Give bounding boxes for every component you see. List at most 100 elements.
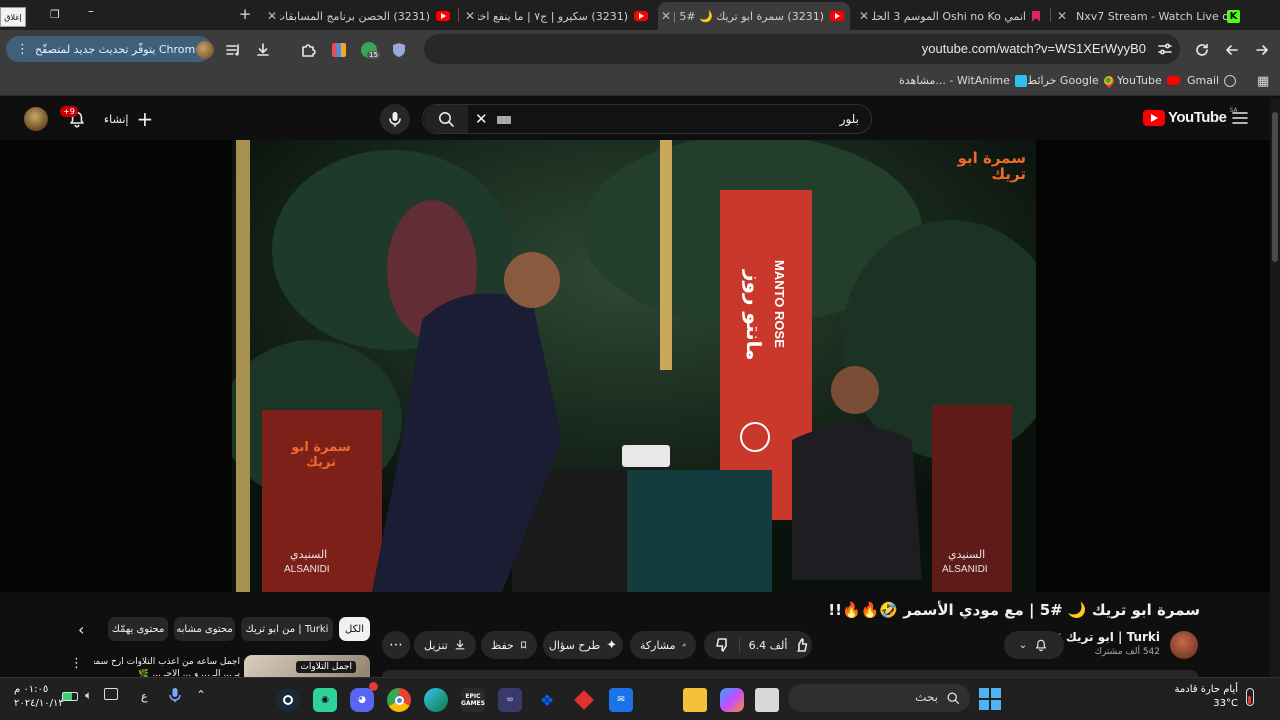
chevron-up-icon[interactable]: ⌃ xyxy=(196,688,206,702)
input-language[interactable]: ع xyxy=(141,690,148,703)
more-vert-icon: ⋮ xyxy=(16,41,29,57)
edge-icon[interactable] xyxy=(424,688,448,712)
youtube-play-icon xyxy=(1143,109,1165,126)
share-icon xyxy=(681,643,686,647)
shield-icon[interactable] xyxy=(388,39,410,61)
sponsor-right-en: ALSANIDI xyxy=(942,564,988,575)
extension-tile-icon[interactable] xyxy=(328,39,350,61)
channel-name[interactable]: Turki | ابو تريك ✔ xyxy=(1054,630,1160,644)
epic-games-icon[interactable]: EPIC GAMES xyxy=(461,688,485,712)
video-frame[interactable]: سمرة ابو تريك مانتو روز MANTO ROSE سمرة … xyxy=(232,140,1036,592)
sparkle-icon: ✦ xyxy=(606,637,618,653)
forward-arrow-icon[interactable] xyxy=(1251,39,1273,61)
up-next-subtitle: بـ ... الـ ... و ... الأحـ ... 🌿 xyxy=(138,669,240,677)
keyboard-icon[interactable] xyxy=(497,116,511,124)
mail-icon[interactable]: ✉ xyxy=(609,688,633,712)
chip-for-you[interactable]: محتوى يهمّك xyxy=(108,617,168,641)
search-box[interactable]: بلور ✕ xyxy=(422,104,872,134)
bookmark-youtube[interactable]: YouTube xyxy=(1117,74,1180,87)
minimize-icon[interactable]: – xyxy=(88,4,102,18)
bookmark-witanime[interactable]: مشاهدة... - WitAnime xyxy=(899,74,1027,87)
share-button[interactable]: مشاركة xyxy=(630,631,696,659)
close-tab-icon[interactable]: ✕ xyxy=(856,9,872,23)
cube-icon[interactable] xyxy=(572,688,596,712)
weather-info[interactable]: أيام حارة قادمة 33°C xyxy=(1170,683,1238,711)
maps-icon xyxy=(1101,73,1116,88)
download-button[interactable]: تنزيل xyxy=(414,631,476,659)
ask-button[interactable]: طرح سؤال ✦ xyxy=(543,631,623,659)
downloads-icon[interactable] xyxy=(252,39,274,61)
chip-from-channel[interactable]: من ابو تريك | Turki xyxy=(241,617,333,641)
chip-all[interactable]: الكل xyxy=(339,617,370,641)
discord-icon[interactable]: ◕ xyxy=(350,682,378,712)
subscribe-bell-button[interactable]: ⌄ xyxy=(1004,631,1064,659)
like-button[interactable]: 6.4 ألف xyxy=(746,637,812,653)
site-settings-icon[interactable] xyxy=(1156,40,1174,58)
more-actions-button[interactable]: ⋯ xyxy=(382,631,410,659)
window-corner-label[interactable]: إغلاق xyxy=(0,7,26,27)
chrome-update-button[interactable]: ⋮ يتوفّر تحديث جديد لمتصفّح Chrome xyxy=(6,36,212,62)
voice-search-button[interactable] xyxy=(380,104,410,134)
close-tab-icon[interactable]: ✕ xyxy=(1054,9,1070,23)
profile-avatar[interactable] xyxy=(194,39,216,61)
search-icon xyxy=(946,690,960,709)
tab-oshi-no-ko[interactable]: ✕ انمي Oshi no Ko الموسم 3 الحلقة xyxy=(856,2,1048,30)
scrollbar-thumb[interactable] xyxy=(1272,112,1278,262)
notifications-button[interactable]: +9 xyxy=(60,106,92,130)
dropbox-icon[interactable]: ❖ xyxy=(535,688,559,712)
tab-youtube-samra[interactable]: ✕ (3231) سمرة ابو تريك 🌙 #5 | مع xyxy=(658,2,850,30)
app-icon[interactable] xyxy=(755,688,779,712)
steam-icon[interactable] xyxy=(276,688,300,712)
bookmark-gmail[interactable]: Gmail xyxy=(1187,74,1237,87)
dislike-button[interactable] xyxy=(704,637,740,653)
close-tab-icon[interactable]: ✕ xyxy=(264,9,280,23)
file-explorer-icon[interactable] xyxy=(683,688,707,712)
bookmark-google-maps[interactable]: خرائط Google xyxy=(1027,73,1116,88)
show-logo: سمرة ابو تريك xyxy=(957,149,1026,183)
tab-kick-stream[interactable]: ✕ Nxv7 Stream - Watch Live on Ki K xyxy=(1054,2,1246,30)
thumbs-up-icon xyxy=(797,638,808,652)
close-tab-icon[interactable]: ✕ xyxy=(658,9,674,23)
copilot-icon[interactable] xyxy=(720,688,744,712)
back-arrow-icon[interactable] xyxy=(1221,39,1243,61)
youtube-logo[interactable]: YouTube SA xyxy=(1143,107,1237,126)
speaker-icon[interactable]: 🔈︎ xyxy=(85,688,92,703)
clock[interactable]: ٠١:٠٥ م ٢٠٢٤/١٠/١٣ xyxy=(14,683,64,711)
tab-youtube-sekiro[interactable]: ✕ (3231) سكيرو | ج٧ | ما ينفع اختم xyxy=(462,2,654,30)
chips-next-arrow-icon[interactable]: ‹ xyxy=(78,620,94,639)
clear-search-icon[interactable]: ✕ xyxy=(475,110,488,128)
battery-icon[interactable] xyxy=(62,692,78,701)
account-avatar[interactable] xyxy=(24,107,48,131)
microphone-icon[interactable] xyxy=(168,687,182,707)
chrome-icon[interactable] xyxy=(387,688,411,712)
start-button[interactable] xyxy=(979,688,1001,710)
extensions-puzzle-icon[interactable] xyxy=(297,39,319,61)
ubisoft-icon[interactable]: ◉ xyxy=(313,688,337,712)
close-tab-icon[interactable]: ✕ xyxy=(462,9,478,23)
tab-youtube-alhosn[interactable]: ✕ (3231) الحصن برنامج المسابقات ا xyxy=(264,2,456,30)
reload-icon[interactable] xyxy=(1191,39,1213,61)
search-button[interactable] xyxy=(424,105,468,133)
address-bar[interactable]: youtube.com/watch?v=WS1XErWyyB0 xyxy=(424,34,1180,64)
new-tab-button[interactable]: + xyxy=(236,5,254,23)
store-icon[interactable] xyxy=(646,688,670,712)
visual-studio-icon[interactable]: ∞ xyxy=(498,688,522,712)
chip-related[interactable]: محتوى مشابه xyxy=(174,617,235,641)
video-player[interactable]: سمرة ابو تريك مانتو روز MANTO ROSE سمرة … xyxy=(0,140,1270,592)
apps-grid-icon[interactable]: ▦ xyxy=(1257,74,1269,89)
channel-avatar[interactable] xyxy=(1170,631,1198,659)
media-controls-icon[interactable] xyxy=(222,39,244,61)
up-next-thumbnail[interactable]: اجمل التلاوات xyxy=(244,655,370,677)
taskbar-search[interactable]: بحث xyxy=(788,684,970,712)
save-button[interactable]: حفظ xyxy=(481,631,537,659)
description-panel[interactable] xyxy=(382,670,1198,677)
more-vert-icon[interactable]: ⋮ xyxy=(70,656,83,671)
network-icon[interactable] xyxy=(104,688,118,700)
up-next-item[interactable]: اجمل التلاوات اجمل ساعه من اعذب التلاوات… xyxy=(66,655,372,677)
menu-hamburger-icon[interactable] xyxy=(1231,110,1249,126)
extension-badge-icon[interactable]: 15 xyxy=(358,39,380,61)
page-scrollbar[interactable] xyxy=(1270,98,1280,680)
microphone-icon xyxy=(389,112,401,127)
create-button[interactable]: إنشاء + xyxy=(104,107,153,131)
restore-icon[interactable]: ❐ xyxy=(50,8,64,22)
